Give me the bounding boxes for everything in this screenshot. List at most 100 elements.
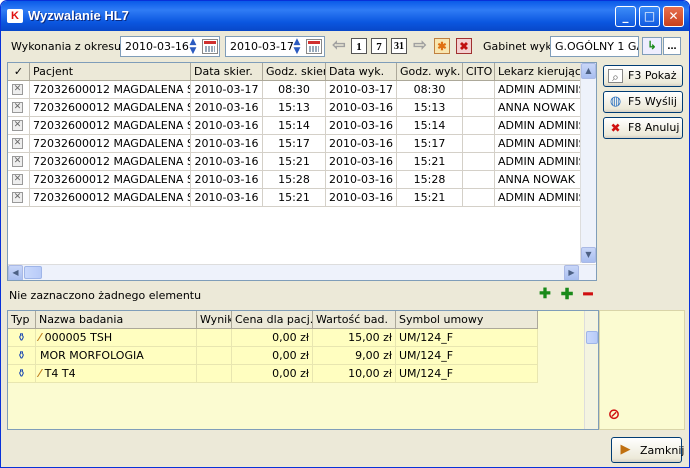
row-checkbox-cell[interactable]: ✕	[8, 171, 30, 189]
row-checkbox-icon[interactable]: ✕	[12, 174, 23, 185]
table-cell[interactable]: ANNA NOWAK	[495, 171, 581, 189]
tests-cell[interactable]	[197, 347, 232, 365]
row-checkbox-cell[interactable]: ✕	[8, 189, 30, 207]
column-header[interactable]: Data wyk.	[326, 63, 397, 81]
scroll-right-icon[interactable]: ▶	[564, 265, 579, 280]
date-to-calendar-icon[interactable]	[306, 39, 322, 54]
table-cell[interactable]: 15:21	[263, 189, 326, 207]
next-arrow-icon[interactable]: ⇨	[412, 38, 428, 54]
close-button[interactable]: ✕	[663, 6, 684, 27]
close-dialog-button[interactable]: ▶ Zamknij	[611, 437, 684, 463]
table-cell[interactable]	[463, 153, 495, 171]
row-checkbox-icon[interactable]: ✕	[12, 138, 23, 149]
tests-cell[interactable]	[197, 329, 232, 347]
clear-dates-icon[interactable]: ✖	[456, 38, 472, 54]
table-cell[interactable]	[463, 117, 495, 135]
table-cell[interactable]: 72032600012 MAGDALENA SZO	[30, 153, 191, 171]
table-cell[interactable]: 2010-03-16	[326, 117, 397, 135]
tests-cell[interactable]: UM/124_F	[396, 329, 538, 347]
tests-column-header[interactable]: Typ	[8, 311, 36, 329]
table-cell[interactable]: ANNA NOWAK	[495, 99, 581, 117]
table-cell[interactable]: 72032600012 MAGDALENA SZO	[30, 117, 191, 135]
table-cell[interactable]	[463, 135, 495, 153]
table-cell[interactable]: ADMIN ADMINIS	[495, 81, 581, 99]
table-cell[interactable]: ADMIN ADMINIS	[495, 189, 581, 207]
row-checkbox-icon[interactable]: ✕	[12, 102, 23, 113]
date-from-calendar-icon[interactable]	[202, 39, 218, 54]
tests-column-header[interactable]: Wartość bad.	[313, 311, 396, 329]
row-checkbox-icon[interactable]: ✕	[12, 84, 23, 95]
title-bar[interactable]: K Wyzwalanie HL7 _ □ ✕	[1, 1, 689, 31]
tests-column-header[interactable]: Symbol umowy	[396, 311, 538, 329]
table-cell[interactable]: 2010-03-16	[191, 189, 263, 207]
row-checkbox-icon[interactable]: ✕	[12, 120, 23, 131]
office-more-button[interactable]: ...	[663, 37, 681, 55]
tests-cell[interactable]: UM/124_F	[396, 347, 538, 365]
date-to-spinner-icon[interactable]: ▲ ▼	[291, 38, 303, 56]
row-checkbox-cell[interactable]: ✕	[8, 153, 30, 171]
table-cell[interactable]	[463, 189, 495, 207]
row-checkbox-icon[interactable]: ✕	[12, 156, 23, 167]
table-cell[interactable]: ADMIN ADMINIS	[495, 135, 581, 153]
tests-grid[interactable]: Typ Nazwa badania Wynik Cena dla pacj. Warto…	[7, 310, 599, 430]
column-header[interactable]: CITO	[463, 63, 495, 81]
tests-scroll-thumb[interactable]	[586, 331, 598, 344]
table-cell[interactable]: 15:28	[263, 171, 326, 189]
cancel-button[interactable]: ✖ F8 Anuluj	[603, 117, 683, 139]
row-checkbox-cell[interactable]: ✕	[8, 81, 30, 99]
previous-arrow-icon[interactable]: ⇦	[331, 38, 347, 54]
table-cell[interactable]: 2010-03-16	[191, 99, 263, 117]
table-cell[interactable]: 15:21	[397, 189, 463, 207]
scroll-up-icon[interactable]: ▲	[581, 63, 596, 79]
tests-cell[interactable]: ⁄ T4 T4	[36, 365, 197, 383]
table-cell[interactable]	[463, 99, 495, 117]
table-cell[interactable]: 08:30	[397, 81, 463, 99]
date-from-spinner-icon[interactable]: ▲ ▼	[187, 38, 199, 56]
send-button[interactable]: ◍ F5 Wyślij	[603, 91, 683, 113]
table-cell[interactable]	[463, 171, 495, 189]
vertical-scrollbar[interactable]: ▲ ▼	[580, 63, 596, 263]
horizontal-scrollbar[interactable]: ◀ ▶	[8, 264, 596, 280]
referrals-grid[interactable]: ✓ Pacjent Data skier. Godz. skier. Data wyk.…	[7, 62, 597, 281]
column-header[interactable]: Godz. skier.	[263, 63, 326, 81]
week-icon[interactable]: 7	[371, 38, 387, 54]
office-select-icon[interactable]: ↳	[642, 37, 662, 55]
table-cell[interactable]: 15:28	[397, 171, 463, 189]
show-button[interactable]: ⌕ F3 Pokaż	[603, 65, 683, 87]
tests-cell[interactable]: 0,00 zł	[232, 329, 313, 347]
tests-cell[interactable]: 9,00 zł	[313, 347, 396, 365]
table-cell[interactable]: 08:30	[263, 81, 326, 99]
table-cell[interactable]	[463, 81, 495, 99]
table-cell[interactable]: 72032600012 MAGDALENA SZO	[30, 81, 191, 99]
table-cell[interactable]: 2010-03-17	[326, 81, 397, 99]
table-cell[interactable]: 15:21	[263, 153, 326, 171]
table-cell[interactable]: 2010-03-16	[191, 153, 263, 171]
tests-vertical-scrollbar[interactable]	[584, 311, 598, 429]
tests-cell[interactable]: 15,00 zł	[313, 329, 396, 347]
table-cell[interactable]: 15:14	[263, 117, 326, 135]
table-cell[interactable]: 2010-03-16	[326, 153, 397, 171]
tests-cell[interactable]: 10,00 zł	[313, 365, 396, 383]
column-header[interactable]: Pacjent	[30, 63, 191, 81]
check-column-header[interactable]: ✓	[8, 63, 30, 81]
maximize-button[interactable]: □	[639, 6, 660, 27]
table-cell[interactable]: 2010-03-16	[326, 135, 397, 153]
tests-cell[interactable]: 0,00 zł	[232, 365, 313, 383]
column-header[interactable]: Data skier.	[191, 63, 263, 81]
table-cell[interactable]: 15:13	[263, 99, 326, 117]
table-cell[interactable]: 2010-03-16	[191, 135, 263, 153]
day-icon[interactable]: 1	[351, 38, 367, 54]
office-field[interactable]: G.OGÓLNY 1 GA	[550, 36, 639, 57]
table-cell[interactable]: 2010-03-16	[191, 171, 263, 189]
table-cell[interactable]: 2010-03-16	[326, 189, 397, 207]
table-cell[interactable]: 72032600012 MAGDALENA SZO	[30, 135, 191, 153]
no-entry-icon[interactable]: ⊘	[606, 406, 622, 422]
remove-icon[interactable]: ━	[580, 287, 596, 303]
row-checkbox-icon[interactable]: ✕	[12, 192, 23, 203]
add-selected-icon[interactable]: ✚	[537, 287, 553, 303]
tests-column-header[interactable]: Cena dla pacj.	[232, 311, 313, 329]
table-cell[interactable]: 2010-03-16	[326, 171, 397, 189]
row-checkbox-cell[interactable]: ✕	[8, 117, 30, 135]
table-cell[interactable]: 15:14	[397, 117, 463, 135]
tests-cell[interactable]: ⁄ 000005 TSH	[36, 329, 197, 347]
